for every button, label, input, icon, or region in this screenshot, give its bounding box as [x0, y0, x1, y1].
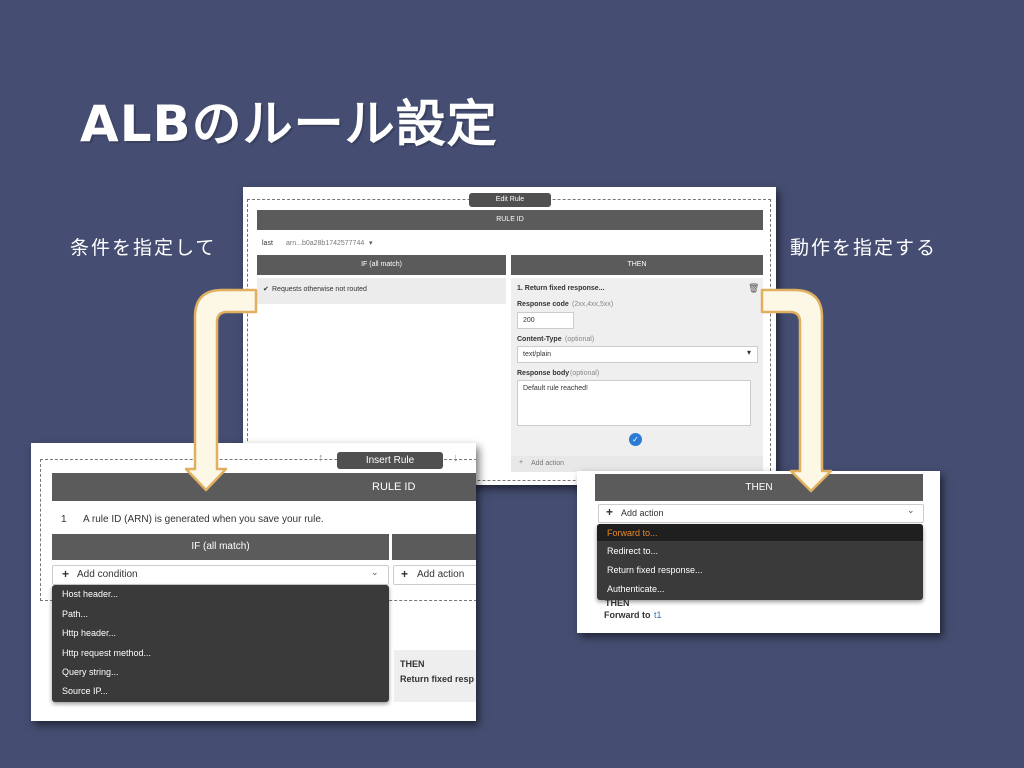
arn-value: arn...b0a28b1742577744: [286, 240, 365, 247]
last-label: last: [262, 240, 273, 247]
response-code-input[interactable]: 200: [517, 312, 574, 329]
menu-item-source-ip[interactable]: Source IP...: [62, 686, 108, 696]
menu-item-host-header[interactable]: Host header...: [62, 589, 118, 599]
response-body-label: Response body: [517, 370, 570, 377]
plus-icon: +: [401, 567, 409, 581]
then-header: THEN: [595, 474, 923, 501]
confirm-check-icon[interactable]: ✓: [629, 433, 642, 446]
move-down-icon[interactable]: ↓: [453, 452, 459, 464]
response-code-hint: (2xx,4xx,5xx): [572, 301, 614, 308]
content-type-hint: (optional): [565, 336, 595, 343]
forward-target-link[interactable]: t1: [654, 610, 662, 620]
content-type-label: Content-Type: [517, 336, 562, 343]
if-header: IF (all match): [257, 255, 506, 275]
forward-label: Forward to: [604, 610, 651, 620]
chevron-down-icon[interactable]: ▾: [747, 348, 751, 357]
if-header: IF (all match): [52, 534, 389, 560]
edit-rule-screenshot: Edit Rule RULE ID last arn...b0a28b17425…: [243, 187, 776, 485]
rule-id-note: A rule ID (ARN) is generated when you sa…: [83, 514, 324, 525]
then-label: THEN: [605, 598, 630, 608]
plus-icon: +: [519, 459, 524, 466]
plus-icon: +: [606, 505, 614, 519]
menu-item-redirect-to[interactable]: Redirect to...: [607, 546, 658, 556]
chevron-down-icon[interactable]: ▾: [369, 239, 373, 247]
add-action-label: Add action: [621, 508, 664, 518]
insert-rule-screenshot: ↑ Insert Rule ↓ RULE ID 1 A rule ID (ARN…: [31, 443, 476, 721]
rule-id-bar: RULE ID: [52, 473, 476, 501]
left-caption: 条件を指定して: [70, 237, 217, 259]
action-title: 1. Return fixed response...: [517, 285, 605, 292]
menu-item-path[interactable]: Path...: [62, 609, 88, 619]
add-condition-label: Add condition: [77, 569, 138, 580]
edit-rule-button[interactable]: Edit Rule: [469, 193, 551, 207]
action-menu: Forward to... Redirect to... Return fixe…: [597, 524, 923, 600]
content-type-select[interactable]: text/plain: [517, 346, 758, 363]
menu-item-forward-to[interactable]: Forward to...: [607, 528, 658, 538]
response-body-hint: (optional): [570, 370, 600, 377]
menu-item-authenticate[interactable]: Authenticate...: [607, 584, 665, 594]
menu-item-return-fixed-response[interactable]: Return fixed response...: [607, 565, 703, 575]
then-label: THEN: [400, 659, 425, 669]
chevron-down-icon: ⌄: [907, 505, 915, 515]
insert-rule-button[interactable]: Insert Rule: [337, 452, 443, 469]
add-action-label: Add action: [531, 460, 565, 467]
menu-item-query-string[interactable]: Query string...: [62, 667, 119, 677]
then-header: THEN: [511, 255, 763, 275]
slide-title: ALBのルール設定: [80, 95, 498, 153]
response-body-textarea[interactable]: Default rule reached!: [517, 380, 751, 426]
check-icon: ✔: [263, 286, 269, 293]
plus-icon: +: [62, 567, 70, 581]
then-header: [392, 534, 476, 560]
row-number: 1: [61, 514, 67, 525]
chevron-down-icon: ⌄: [371, 567, 379, 577]
rule-id-bar: RULE ID: [257, 210, 763, 230]
condition-menu: Host header... Path... Http header... Ht…: [52, 585, 389, 702]
then-value: Return fixed resp: [400, 674, 475, 684]
then-panel-screenshot: THEN + Add action ⌄ Forward to... Redire…: [577, 471, 940, 633]
menu-item-http-request-method[interactable]: Http request method...: [62, 648, 151, 658]
trash-icon[interactable]: 🗑: [748, 283, 759, 294]
move-up-icon[interactable]: ↑: [318, 452, 324, 464]
add-action-label: Add action: [417, 569, 465, 580]
menu-item-http-header[interactable]: Http header...: [62, 628, 116, 638]
right-caption: 動作を指定する: [790, 237, 938, 259]
condition-text: Requests otherwise not routed: [272, 286, 367, 293]
response-code-label: Response code: [517, 301, 569, 308]
